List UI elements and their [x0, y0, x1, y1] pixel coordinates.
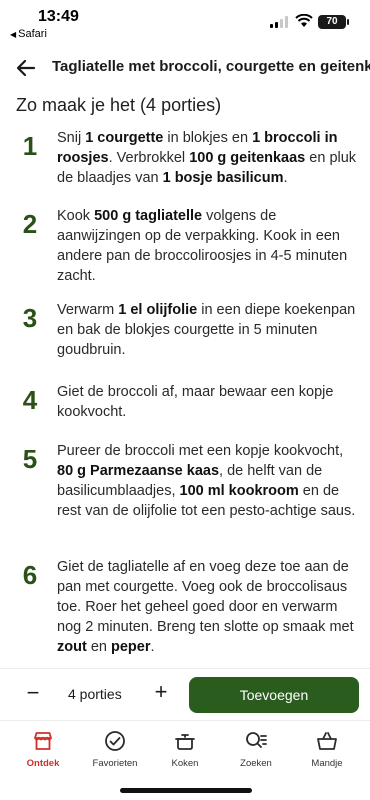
ingredient-highlight: 80 g Parmezaanse kaas — [57, 463, 220, 479]
step-number: 6 — [22, 560, 38, 590]
step-text-segment: Giet de broccoli af, maar bewaar een kop… — [57, 384, 334, 420]
step-text-segment: Pureer de broccoli met een kopje kookvoc… — [57, 443, 344, 459]
step-text: Kook 500 g tagliatelle volgens de aanwij… — [57, 206, 357, 286]
ingredient-highlight: 1 el olijfolie — [118, 302, 198, 318]
ingredient-highlight: peper — [110, 639, 151, 655]
tab-label: Ontdek — [26, 758, 60, 769]
step-text-segment: in blokjes en — [163, 130, 253, 146]
increase-portions-button[interactable]: + — [150, 680, 172, 706]
status-time: 13:49 — [38, 8, 79, 25]
step-number: 3 — [22, 303, 38, 333]
status-bar: 13:49 ◀ Safari 70 — [0, 0, 370, 44]
ingredient-highlight: 100 g geitenkaas — [189, 150, 306, 166]
tab-label: Favorieten — [92, 758, 138, 769]
step-text-segment: Kook — [57, 208, 95, 224]
decrease-portions-button[interactable]: − — [22, 681, 44, 707]
search-list-icon — [246, 732, 267, 748]
step-text: Verwarm 1 el olijfolie in een diepe koek… — [57, 300, 357, 360]
ingredient-highlight: 100 ml kookroom — [179, 483, 299, 499]
ingredient-highlight: 1 bosje basilicum — [162, 170, 284, 186]
battery-indicator: 70 — [318, 15, 349, 29]
recipe-header: Tagliatelle met broccoli, courgette en g… — [0, 48, 370, 88]
cellular-signal-icon — [270, 16, 290, 28]
ingredient-highlight: zout — [57, 639, 87, 655]
order-bar: − 4 porties + Toevoegen — [0, 668, 370, 720]
step-text-segment: . — [150, 639, 155, 655]
tab-favorieten[interactable]: Favorieten — [78, 729, 152, 769]
step-text-segment: Snij — [57, 130, 86, 146]
home-indicator — [120, 788, 252, 793]
step-text: Pureer de broccoli met een kopje kookvoc… — [57, 441, 357, 521]
back-to-app-link[interactable]: ◀ Safari — [10, 28, 47, 40]
tab-label: Zoeken — [240, 758, 272, 769]
back-app-label: Safari — [18, 28, 47, 40]
step-number: 4 — [22, 385, 38, 415]
arrow-left-icon[interactable] — [14, 56, 38, 80]
step-number: 5 — [22, 444, 38, 474]
wifi-icon — [295, 14, 313, 27]
add-to-basket-button[interactable]: Toevoegen — [189, 677, 359, 713]
tab-zoeken[interactable]: Zoeken — [219, 729, 293, 769]
step-text: Giet de broccoli af, maar bewaar een kop… — [57, 382, 357, 422]
step-text: Giet de tagliatelle af en voeg deze toe … — [57, 557, 357, 657]
shop-icon — [34, 732, 52, 750]
step-number: 1 — [22, 131, 38, 161]
step-text-segment: . Verbrokkel — [108, 150, 190, 166]
tab-ontdek[interactable]: Ontdek — [6, 729, 80, 769]
step-text-segment: en — [86, 639, 111, 655]
basket-icon — [317, 732, 337, 750]
ingredient-highlight: 1 courgette — [85, 130, 164, 146]
back-triangle-icon: ◀ — [10, 30, 17, 39]
tab-koken[interactable]: Koken — [148, 729, 222, 769]
step-text-segment: Verwarm — [57, 302, 119, 318]
cooking-pot-icon — [175, 734, 195, 750]
tab-label: Koken — [171, 758, 199, 769]
section-title: Zo maak je het (4 porties) — [16, 95, 222, 115]
tab-mandje[interactable]: Mandje — [290, 729, 364, 769]
step-text: Snij 1 courgette in blokjes en 1 broccol… — [57, 128, 357, 188]
page-title: Tagliatelle met broccoli, courgette en g… — [52, 58, 370, 75]
ingredient-highlight: 500 g tagliatelle — [94, 208, 203, 224]
portions-label: 4 porties — [68, 686, 122, 702]
checkmark-circle-icon — [105, 731, 125, 751]
step-number: 2 — [22, 209, 38, 239]
step-text-segment: Giet de tagliatelle af en voeg deze toe … — [57, 559, 354, 635]
step-text-segment: . — [283, 170, 288, 186]
tab-label: Mandje — [311, 758, 343, 769]
